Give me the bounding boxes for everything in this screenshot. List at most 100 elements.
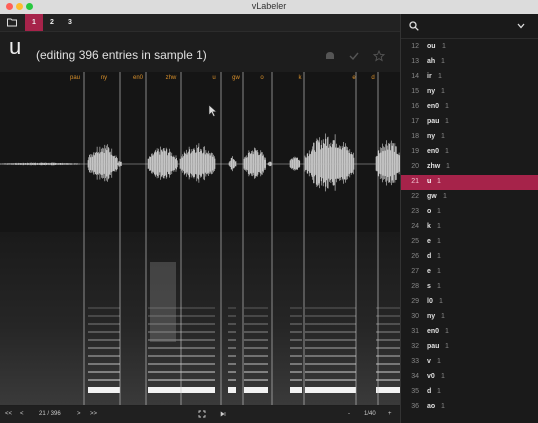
waveform-spectrogram[interactable]: pau ny en0 zhw u gw o k e d: [0, 72, 400, 405]
entry-row[interactable]: 19 en0 1: [401, 145, 538, 160]
phoneme-label[interactable]: ny: [101, 75, 107, 81]
spectrogram-harmonic: [180, 307, 215, 309]
entry-row[interactable]: 22 gw 1: [401, 190, 538, 205]
tab-3[interactable]: 3: [61, 14, 79, 31]
spectrogram-harmonic: [244, 331, 268, 333]
phoneme-label[interactable]: en0: [133, 75, 144, 81]
entry-row[interactable]: 26 d 1: [401, 250, 538, 265]
entry-row[interactable]: 29 l0 1: [401, 295, 538, 310]
spectrogram-harmonic: [244, 347, 268, 349]
entry-name-label: ny: [427, 88, 436, 95]
phoneme-label[interactable]: zhw: [166, 75, 177, 81]
entry-count: 1: [441, 313, 445, 320]
spectrogram-harmonic: [244, 315, 268, 317]
entry-count: 1: [441, 403, 445, 410]
discard-icon[interactable]: [324, 50, 336, 62]
first-entry-button[interactable]: <<: [5, 411, 12, 417]
spectrogram-harmonic: [290, 347, 302, 349]
entry-row[interactable]: 24 k 1: [401, 220, 538, 235]
star-icon[interactable]: [373, 50, 385, 62]
entry-row[interactable]: 23 o 1: [401, 205, 538, 220]
tab-1[interactable]: 1: [25, 14, 43, 31]
phoneme-label[interactable]: u: [212, 75, 215, 81]
entry-name-label: en0: [427, 328, 440, 335]
zoom-in-button[interactable]: +: [388, 411, 392, 417]
entry-count: 1: [438, 73, 442, 80]
entry-row[interactable]: 16 en0 1: [401, 100, 538, 115]
phoneme-label[interactable]: gw: [232, 75, 240, 81]
entry-count: 1: [445, 148, 449, 155]
entry-row[interactable]: 13 ah 1: [401, 55, 538, 70]
entry-name-label: d: [427, 388, 432, 395]
spectrogram-harmonic: [305, 347, 356, 349]
entry-count: 1: [437, 178, 441, 185]
entry-count: 1: [437, 253, 441, 260]
phoneme-label[interactable]: d: [371, 75, 374, 81]
spectrogram-harmonic: [290, 387, 302, 393]
entry-count: 1: [443, 193, 447, 200]
entry-row[interactable]: 14 ir 1: [401, 70, 538, 85]
entry-count: 1: [445, 118, 449, 125]
entry-position[interactable]: 21 / 396: [39, 411, 61, 417]
spectrogram-harmonic: [180, 379, 215, 381]
entry-header: u (editing 396 entries in sample 1): [0, 32, 400, 72]
next-entry-button[interactable]: >: [77, 411, 81, 417]
editor-canvas[interactable]: pau ny en0 zhw u gw o k e d: [0, 72, 400, 405]
entry-row[interactable]: 30 ny 1: [401, 310, 538, 325]
spectrogram-harmonic: [290, 307, 302, 309]
entry-name-label: en0: [427, 103, 440, 110]
window-title: vLabeler: [251, 1, 287, 11]
last-entry-button[interactable]: >>: [90, 411, 97, 417]
entry-number: 29: [411, 298, 419, 305]
entry-subtitle: (editing 396 entries in sample 1): [36, 48, 207, 62]
phoneme-label[interactable]: pau: [70, 75, 80, 81]
entry-row[interactable]: 12 ou 1: [401, 40, 538, 55]
tab-2[interactable]: 2: [43, 14, 61, 31]
entry-name-label: o: [427, 208, 432, 215]
entry-row[interactable]: 35 d 1: [401, 385, 538, 400]
spectrogram-harmonic: [290, 323, 302, 325]
entry-row[interactable]: 36 ao 1: [401, 400, 538, 415]
folder-icon[interactable]: [7, 17, 17, 27]
entry-row[interactable]: 15 ny 1: [401, 85, 538, 100]
entry-row[interactable]: 34 v0 1: [401, 370, 538, 385]
prev-entry-button[interactable]: <: [20, 411, 24, 417]
entry-row[interactable]: 25 e 1: [401, 235, 538, 250]
fit-icon[interactable]: [198, 410, 206, 418]
spectrogram-harmonic: [180, 347, 215, 349]
spectrogram-harmonic: [228, 379, 236, 381]
spectrogram-harmonic: [180, 355, 215, 357]
play-range-icon[interactable]: [219, 410, 227, 418]
spectrogram-harmonic: [244, 323, 268, 325]
spectrogram-harmonic: [305, 355, 356, 357]
entry-search-bar[interactable]: [401, 14, 538, 39]
entry-row[interactable]: 17 pau 1: [401, 115, 538, 130]
entry-number: 16: [411, 103, 419, 110]
spectrogram-harmonic: [228, 331, 236, 333]
spectrogram-harmonic: [290, 363, 302, 365]
chevron-down-icon[interactable]: [517, 23, 525, 29]
entry-number: 15: [411, 88, 419, 95]
entry-row[interactable]: 18 ny 1: [401, 130, 538, 145]
spectrogram-harmonic: [228, 315, 236, 317]
spectrogram-harmonic: [305, 331, 356, 333]
entry-row[interactable]: 28 s 1: [401, 280, 538, 295]
entry-name-label: ah: [427, 58, 436, 65]
spectrogram-harmonic: [244, 307, 268, 309]
entry-name-label: gw: [427, 193, 437, 200]
entry-row[interactable]: 27 e 1: [401, 265, 538, 280]
entry-name-label: e: [427, 238, 431, 245]
entry-row[interactable]: 21 u 1: [401, 175, 538, 190]
entry-row[interactable]: 20 zhw 1: [401, 160, 538, 175]
search-icon[interactable]: [409, 21, 419, 31]
entry-row[interactable]: 32 pau 1: [401, 340, 538, 355]
check-icon[interactable]: [348, 50, 360, 62]
entry-row[interactable]: 33 v 1: [401, 355, 538, 370]
spectrogram-harmonic: [244, 355, 268, 357]
entry-name: u: [9, 34, 22, 59]
spectrogram-harmonic: [148, 363, 180, 365]
entry-count: 1: [437, 238, 441, 245]
entry-number: 32: [411, 343, 419, 350]
zoom-out-button[interactable]: -: [348, 411, 350, 417]
entry-row[interactable]: 31 en0 1: [401, 325, 538, 340]
